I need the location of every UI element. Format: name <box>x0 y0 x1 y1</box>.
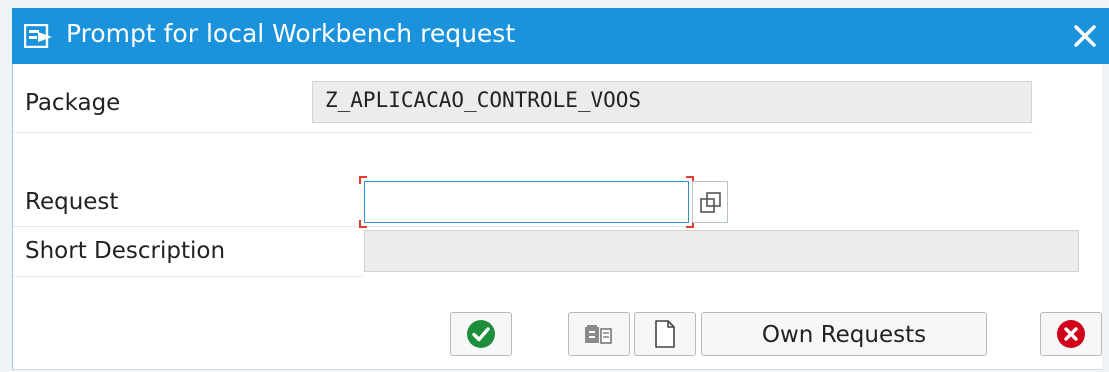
blank-document-icon <box>655 320 675 348</box>
required-marker <box>359 176 367 184</box>
request-input[interactable] <box>364 181 689 223</box>
required-marker <box>359 220 367 228</box>
dialog-content: Package Z_APLICACAO_CONTROLE_VOOS Reques… <box>12 64 1102 370</box>
request-label: Request <box>25 189 119 215</box>
row-separator <box>13 226 693 227</box>
value-help-button[interactable] <box>692 181 728 223</box>
dialog-title: Prompt for local Workbench request <box>66 19 516 48</box>
row-separator <box>13 276 363 277</box>
create-request-button[interactable] <box>568 312 630 356</box>
row-separator <box>13 132 1033 133</box>
close-icon[interactable] <box>1072 23 1098 49</box>
workbench-request-dialog: Prompt for local Workbench request Packa… <box>0 0 1109 372</box>
package-label: Package <box>25 90 121 116</box>
value-help-icon <box>700 192 721 213</box>
transport-request-icon <box>24 24 52 48</box>
cancel-icon <box>1057 320 1085 348</box>
package-value: Z_APLICACAO_CONTROLE_VOOS <box>325 88 642 112</box>
continue-button[interactable] <box>450 312 512 356</box>
short-description-label: Short Description <box>25 238 226 264</box>
package-field: Z_APLICACAO_CONTROLE_VOOS <box>312 81 1032 123</box>
checkmark-icon <box>467 320 495 348</box>
create-request-icon <box>585 325 612 344</box>
new-request-button[interactable] <box>634 312 696 356</box>
own-requests-button[interactable]: Own Requests <box>701 312 987 356</box>
short-description-field <box>364 230 1079 272</box>
dialog-titlebar[interactable]: Prompt for local Workbench request <box>12 8 1109 64</box>
cancel-button[interactable] <box>1040 312 1102 356</box>
own-requests-label: Own Requests <box>761 322 927 348</box>
